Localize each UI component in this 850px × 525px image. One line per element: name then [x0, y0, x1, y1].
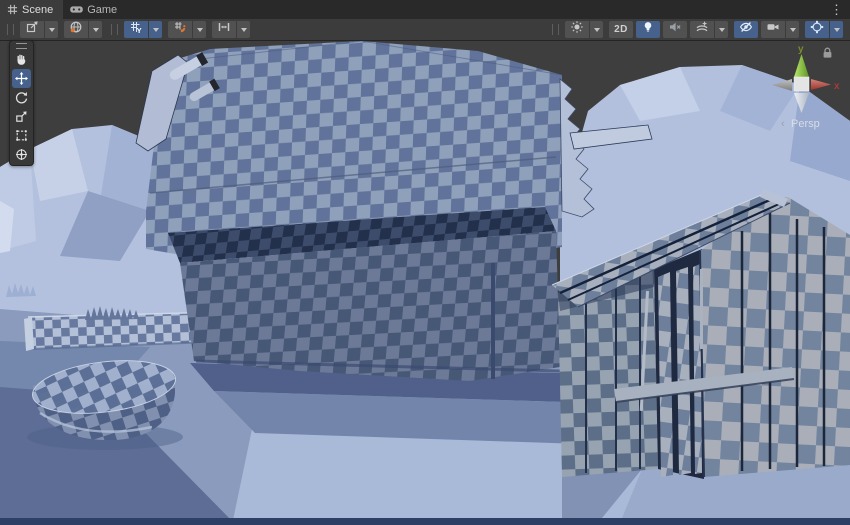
tab-scene-label: Scene: [22, 4, 53, 16]
orientation-gizmo[interactable]: y x ‹ Persp: [765, 43, 845, 144]
move-icon: [15, 72, 28, 85]
tab-bar: Scene Game ⋮: [0, 0, 850, 19]
gizmo-icon: [810, 20, 824, 39]
chevron-down-icon: [594, 28, 600, 32]
draw-mode-dropdown[interactable]: [590, 21, 603, 38]
camera-settings-group: [761, 21, 799, 38]
chevron-down-icon: [834, 28, 840, 32]
svg-text:Y: Y: [137, 26, 142, 34]
grid-y-icon: Y: [129, 20, 143, 39]
house-post: [491, 263, 495, 379]
gizmos-dropdown[interactable]: [830, 21, 843, 38]
scene-viewport[interactable]: [0, 41, 850, 525]
overlay-drag-handle[interactable]: [7, 24, 14, 35]
scale-icon: [15, 110, 28, 123]
eye-slash-icon: [739, 20, 753, 39]
gizmo-x-axis[interactable]: [811, 79, 831, 90]
grid-icon: [7, 4, 18, 15]
window-menu-icon[interactable]: ⋮: [823, 0, 850, 19]
chevron-down-icon: [197, 28, 203, 32]
gizmos-group: [805, 21, 843, 38]
chevron-down-icon: [241, 28, 247, 32]
snap-increment-group: [212, 21, 250, 38]
lighting-toggle-button[interactable]: [636, 21, 660, 38]
scene-toolbar: Y: [0, 19, 850, 41]
snap-increment-dropdown[interactable]: [237, 21, 250, 38]
tool-handle-position-group: [20, 21, 58, 38]
scale-tool-button[interactable]: [12, 107, 31, 126]
projection-label[interactable]: Persp: [791, 118, 820, 130]
tab-scene[interactable]: Scene: [0, 0, 63, 19]
gizmo-y-label[interactable]: y: [798, 44, 804, 55]
gizmo-x-label[interactable]: x: [834, 81, 840, 92]
tab-game[interactable]: Game: [63, 0, 127, 19]
gizmo-collapse-arrow[interactable]: ‹: [781, 118, 785, 130]
transform-tool-button[interactable]: [12, 145, 31, 164]
draw-mode-button[interactable]: [565, 21, 589, 38]
chevron-down-icon: [719, 28, 725, 32]
unity-scene-view-window: Scene Game ⋮: [0, 0, 850, 525]
tools-overlay-drag-handle[interactable]: [10, 41, 33, 50]
hand-icon: [15, 53, 28, 66]
rotate-tool-button[interactable]: [12, 88, 31, 107]
view-options-toolbar: 2D: [549, 21, 846, 38]
draw-mode-group: [565, 21, 603, 38]
rect-icon: [15, 129, 28, 142]
grid-snapping-dropdown[interactable]: [193, 21, 206, 38]
handle-position-dropdown[interactable]: [45, 21, 58, 38]
gizmo-down-axis[interactable]: [794, 93, 809, 113]
chevron-down-icon: [49, 28, 55, 32]
audio-toggle-button[interactable]: [663, 21, 687, 38]
2d-toggle-button[interactable]: 2D: [609, 21, 633, 38]
rect-tool-button[interactable]: [12, 126, 31, 145]
bulb-icon: [641, 20, 655, 39]
2d-label: 2D: [612, 24, 630, 35]
gizmo-lock-icon[interactable]: [822, 46, 833, 64]
tab-game-label: Game: [87, 4, 117, 16]
move-tool-button[interactable]: [12, 69, 31, 88]
pivot-icon: [25, 20, 39, 39]
effects-dropdown[interactable]: [715, 21, 728, 38]
grid-visibility-group: Y: [124, 21, 162, 38]
globe-icon: [69, 20, 83, 39]
snap-increment-button[interactable]: [212, 21, 236, 38]
tools-overlay: [9, 40, 34, 166]
chevron-down-icon: [153, 28, 159, 32]
chevron-down-icon: [790, 28, 796, 32]
transform-icon: [15, 148, 28, 161]
gizmos-button[interactable]: [805, 21, 829, 38]
handle-rotation-button[interactable]: [64, 21, 88, 38]
rotate-icon: [15, 91, 28, 104]
grid-visibility-dropdown[interactable]: [149, 21, 162, 38]
effects-button[interactable]: [690, 21, 714, 38]
gizmo-y-axis[interactable]: [794, 54, 809, 77]
grid-snapping-button[interactable]: [168, 21, 192, 38]
gizmo-center-cube[interactable]: [794, 77, 809, 91]
scene-canvas: [0, 41, 850, 525]
fx-icon: [695, 20, 709, 39]
effects-group: [690, 21, 728, 38]
grid-visibility-button[interactable]: Y: [124, 21, 148, 38]
scene-visibility-button[interactable]: [734, 21, 758, 38]
snap-icon: [217, 20, 231, 39]
shed-right-wall: [700, 197, 850, 477]
overlay-drag-handle[interactable]: [111, 24, 118, 35]
handle-position-button[interactable]: [20, 21, 44, 38]
gizmo-negative-axis[interactable]: [772, 79, 792, 91]
chevron-down-icon: [93, 28, 99, 32]
view-tool-button[interactable]: [12, 50, 31, 69]
speaker-muted-icon: [668, 20, 682, 39]
camera-icon: [766, 20, 780, 39]
sun-icon: [570, 20, 584, 39]
shed-stick: [700, 269, 703, 349]
handle-rotation-group: [64, 21, 102, 38]
camera-settings-dropdown[interactable]: [786, 21, 799, 38]
overlay-drag-handle[interactable]: [552, 24, 559, 35]
grid-magnet-icon: [173, 20, 187, 39]
gamepad-icon: [70, 5, 83, 14]
camera-settings-button[interactable]: [761, 21, 785, 38]
handle-rotation-dropdown[interactable]: [89, 21, 102, 38]
grid-snapping-group: [168, 21, 206, 38]
